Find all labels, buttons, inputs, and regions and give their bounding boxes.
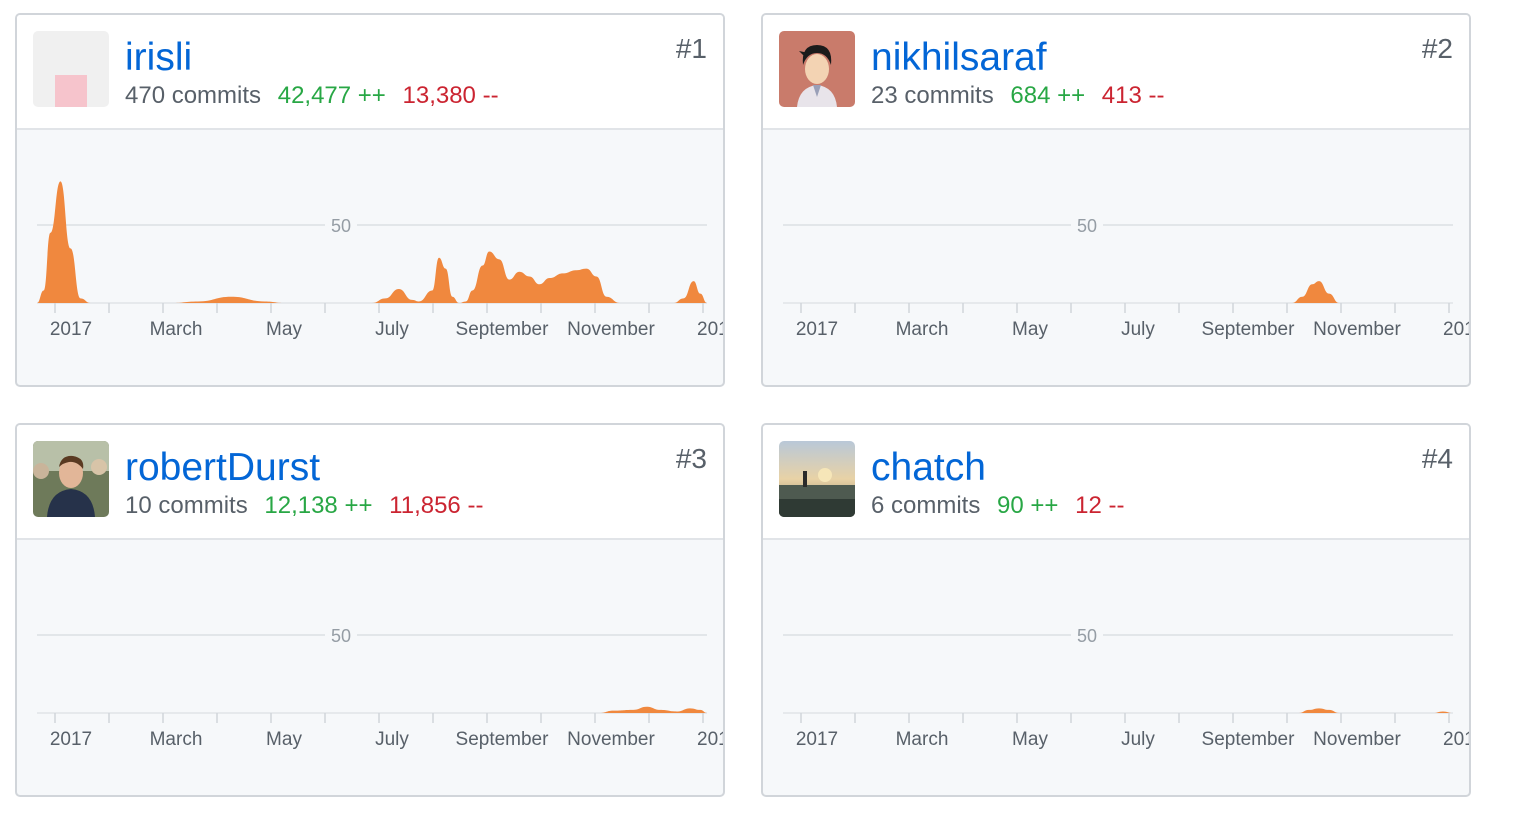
x-tick-label: 2017 <box>796 729 838 750</box>
additions-count: 90 ++ <box>997 492 1059 519</box>
commits-count-link[interactable]: 10 commits <box>125 492 248 519</box>
rank-label: #2 <box>1421 33 1453 64</box>
card-header: nikhilsaraf 23 commits 684 ++ 413 -- #2 <box>763 15 1469 130</box>
deletions-count: 11,856 -- <box>389 492 484 519</box>
commit-activity-chart: 50 2017 March May July September November 201 <box>37 623 723 750</box>
commit-stats: 470 commits 42,477 ++ 13,380 -- <box>125 81 499 111</box>
commit-area-series <box>37 706 707 713</box>
x-tick-label: 2017 <box>50 729 92 750</box>
deletions-count: 13,380 -- <box>402 82 499 109</box>
commit-stats: 23 commits 684 ++ 413 -- <box>871 81 1165 111</box>
x-tick-label: November <box>1313 319 1401 340</box>
rank-label: #4 <box>1421 443 1453 474</box>
contributor-card-robertDurst: robertDurst 10 commits 12,138 ++ 11,856 … <box>15 423 725 797</box>
x-tick-label: March <box>896 729 949 750</box>
x-tick-label: 201 <box>697 729 723 750</box>
commits-count-link[interactable]: 23 commits <box>871 82 994 109</box>
gridline-label: 50 <box>331 216 351 236</box>
gridline-label: 50 <box>331 626 351 646</box>
x-tick-label: July <box>375 729 409 750</box>
commits-count-link[interactable]: 470 commits <box>125 82 261 109</box>
username-link[interactable]: chatch <box>871 445 986 491</box>
commit-stats: 6 commits 90 ++ 12 -- <box>871 491 1124 521</box>
additions-count: 684 ++ <box>1010 82 1086 109</box>
username-link[interactable]: nikhilsaraf <box>871 35 1047 81</box>
contributor-card-chatch: chatch 6 commits 90 ++ 12 -- #4 50 2017 Ma… <box>761 423 1471 797</box>
x-tick-label: July <box>1121 319 1155 340</box>
photo-person-avatar-icon[interactable] <box>33 441 109 517</box>
commit-activity-chart: 50 2017 March May July September November 201 <box>783 623 1469 750</box>
cartoon-person-avatar-icon[interactable] <box>779 31 855 107</box>
additions-count: 42,477 ++ <box>277 82 386 109</box>
x-tick-label: 2017 <box>796 319 838 340</box>
gridline-label: 50 <box>1077 626 1097 646</box>
username-link[interactable]: irisli <box>125 35 192 81</box>
identicon-avatar-icon[interactable] <box>33 31 109 107</box>
x-tick-label: November <box>1313 729 1401 750</box>
sunset-photo-avatar-icon[interactable] <box>779 441 855 517</box>
x-tick-label: September <box>1202 729 1296 750</box>
commit-activity-chart: 50 2017 March May July September November 201 <box>783 213 1469 340</box>
x-tick-label: 201 <box>1443 319 1469 340</box>
x-tick-label: September <box>1202 319 1296 340</box>
x-tick-label: May <box>1012 319 1048 340</box>
x-tick-label: September <box>456 319 550 340</box>
x-tick-label: May <box>1012 729 1048 750</box>
x-tick-label: May <box>266 729 302 750</box>
contributor-card-irisli: irisli 470 commits 42,477 ++ 13,380 -- #… <box>15 13 725 387</box>
x-tick-label: March <box>896 319 949 340</box>
contributor-card-nikhilsaraf: nikhilsaraf 23 commits 684 ++ 413 -- #2 … <box>761 13 1471 387</box>
x-tick-label: March <box>150 729 203 750</box>
x-tick-label: May <box>266 319 302 340</box>
deletions-count: 12 -- <box>1075 492 1125 519</box>
x-tick-label: March <box>150 319 203 340</box>
commit-stats: 10 commits 12,138 ++ 11,856 -- <box>125 491 483 521</box>
card-header: robertDurst 10 commits 12,138 ++ 11,856 … <box>17 425 723 540</box>
commit-area-series <box>783 281 1453 303</box>
card-header: chatch 6 commits 90 ++ 12 -- #4 <box>763 425 1469 540</box>
x-tick-label: November <box>567 729 655 750</box>
x-tick-label: November <box>567 319 655 340</box>
x-tick-label: 201 <box>697 319 723 340</box>
commits-count-link[interactable]: 6 commits <box>871 492 980 519</box>
commit-activity-chart: 50 2017 March May July September November 201 <box>37 181 723 340</box>
x-tick-label: 201 <box>1443 729 1469 750</box>
commit-area-series <box>37 181 707 303</box>
x-tick-label: July <box>375 319 409 340</box>
rank-label: #3 <box>675 443 707 474</box>
username-link[interactable]: robertDurst <box>125 445 320 491</box>
x-tick-label: July <box>1121 729 1155 750</box>
deletions-count: 413 -- <box>1101 82 1165 109</box>
x-tick-label: 2017 <box>50 319 92 340</box>
additions-count: 12,138 ++ <box>264 492 373 519</box>
gridline-label: 50 <box>1077 216 1097 236</box>
rank-label: #1 <box>675 33 707 64</box>
card-header: irisli 470 commits 42,477 ++ 13,380 -- #… <box>17 15 723 130</box>
x-tick-label: September <box>456 729 550 750</box>
